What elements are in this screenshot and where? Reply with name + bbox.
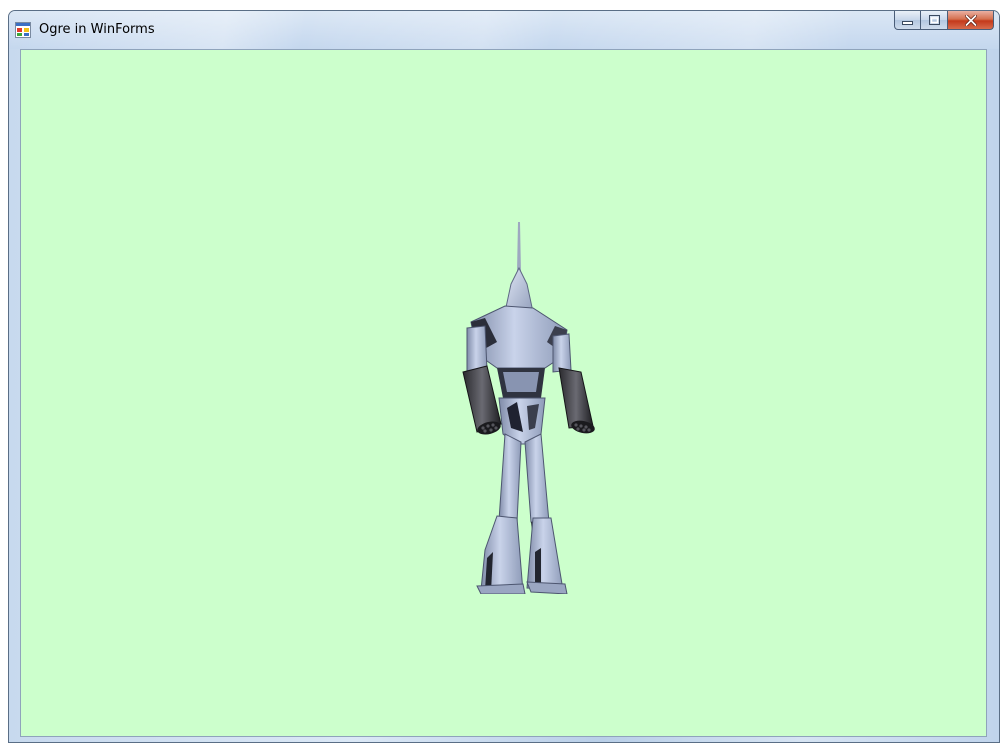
minimize-icon xyxy=(902,20,913,25)
ogre-render-viewport[interactable] xyxy=(20,49,987,737)
window-title: Ogre in WinForms xyxy=(39,22,155,37)
maximize-icon xyxy=(928,15,940,25)
caption-buttons xyxy=(894,11,994,31)
close-icon xyxy=(964,14,977,26)
maximize-button[interactable] xyxy=(921,11,948,30)
minimize-button[interactable] xyxy=(894,11,921,30)
close-button[interactable] xyxy=(948,11,994,30)
app-window: Ogre in WinForms xyxy=(8,10,1000,743)
title-bar[interactable]: Ogre in WinForms xyxy=(9,11,999,49)
robot-mesh xyxy=(462,222,595,594)
winforms-app-icon[interactable] xyxy=(15,22,31,38)
